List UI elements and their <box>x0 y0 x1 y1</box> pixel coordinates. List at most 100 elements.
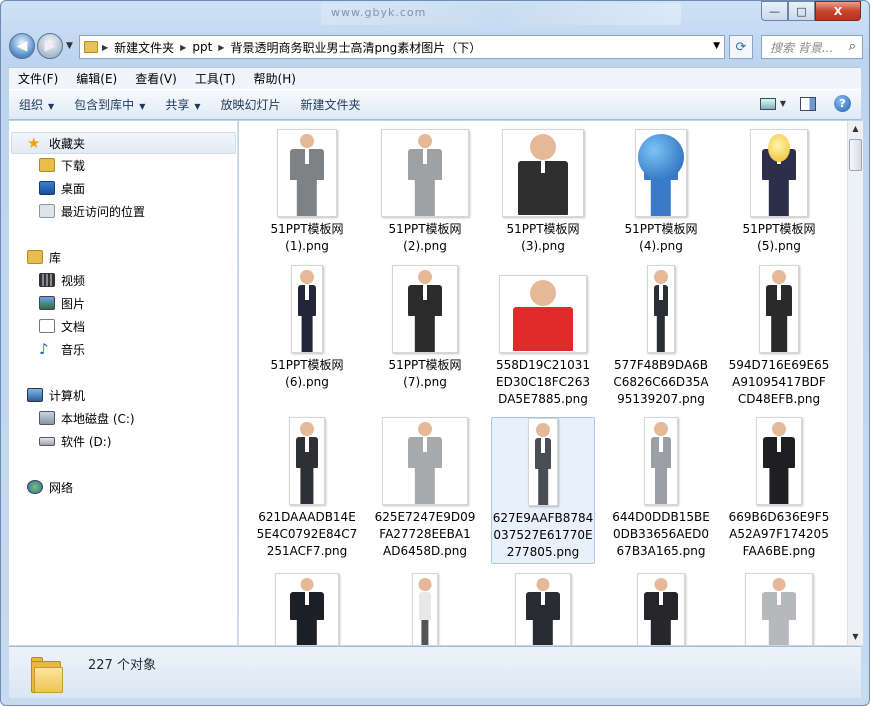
breadcrumb-current-folder[interactable]: 背景透明商务职业男士高清png素材图片（下） <box>230 39 481 56</box>
breadcrumb-separator-icon[interactable]: ▶ <box>102 43 108 52</box>
sidebar-item-desktop[interactable]: 桌面 <box>39 178 85 198</box>
file-item[interactable]: 51PPT模板网 (5).png <box>727 129 831 255</box>
maximize-button[interactable]: □ <box>788 1 815 21</box>
sidebar-item-favorites[interactable]: ★ 收藏夹 <box>27 133 85 153</box>
new-folder-button[interactable]: 新建文件夹 <box>291 96 371 113</box>
sidebar-item-software-disk[interactable]: 软件 (D:) <box>39 431 111 451</box>
search-input[interactable]: 搜索 背景... ⌕ <box>761 35 863 59</box>
file-thumbnail <box>275 573 339 645</box>
sidebar-item-computer[interactable]: 计算机 <box>27 385 85 405</box>
file-name-line: AD6458D.png <box>383 544 467 558</box>
file-item[interactable]: 51PPT模板网 (3).png <box>491 129 595 255</box>
breadcrumb-separator-icon[interactable]: ▶ <box>218 43 224 52</box>
file-item[interactable] <box>491 573 595 645</box>
breadcrumb-ppt[interactable]: ppt <box>192 40 212 54</box>
address-bar[interactable]: ▶ 新建文件夹 ▶ ppt ▶ 背景透明商务职业男士高清png素材图片（下） ▼ <box>79 35 725 59</box>
file-view: 51PPT模板网 (1).png 51PPT模板网 (2).png 51PPT模板网 (3… <box>239 121 847 645</box>
recent-pages-dropdown-icon[interactable]: ▼ <box>66 41 73 51</box>
change-view-icon[interactable] <box>759 97 776 110</box>
file-item[interactable]: 558D19C21031 ED30C18FC263 DA5E7885.png <box>491 265 595 408</box>
file-name-line: (7).png <box>403 375 447 389</box>
file-name-line: 51PPT模板网 <box>624 222 698 236</box>
refresh-button[interactable]: ⟳ <box>729 35 753 59</box>
help-icon[interactable]: ? <box>834 95 851 112</box>
sidebar-item-downloads[interactable]: 下载 <box>39 155 85 175</box>
file-name-line: 5E4C0792E84C7 <box>256 527 358 541</box>
person-figure <box>641 578 681 645</box>
file-item[interactable]: 621DAAADB14E 5E4C0792E84C7 251ACF7.png <box>255 417 359 560</box>
person-figure <box>648 422 674 504</box>
file-item[interactable]: 627E9AAFB8784 037527E61770E 277805.png <box>491 417 595 564</box>
forward-button[interactable]: ▶ <box>37 33 63 59</box>
chevron-down-icon[interactable]: ▼ <box>780 99 786 108</box>
search-icon[interactable]: ⌕ <box>849 39 856 54</box>
sidebar-label: 视频 <box>61 273 86 288</box>
file-item[interactable]: 594D716E69E65 A91095417BDF CD48EFB.png <box>727 265 831 408</box>
file-thumbnail <box>644 417 678 505</box>
file-name-line: 51PPT模板网 <box>270 222 344 236</box>
file-item[interactable]: 51PPT模板网 (7).png <box>373 265 477 391</box>
sidebar-item-videos[interactable]: 视频 <box>39 270 85 290</box>
caption-buttons: — □ X <box>761 1 861 21</box>
file-item[interactable]: 669B6D636E9F5 A52A97F174205 FAA6BE.png <box>727 417 831 560</box>
sidebar-item-pictures[interactable]: 图片 <box>39 293 85 313</box>
sidebar-item-local-disk[interactable]: 本地磁盘 (C:) <box>39 408 135 428</box>
file-name-line: C6826C66D35A <box>613 375 709 389</box>
file-name: 669B6D636E9F5 A52A97F174205 FAA6BE.png <box>727 509 831 560</box>
file-item[interactable]: 644D0DDB15BE 0DB33656AED0 67B3A165.png <box>609 417 713 560</box>
file-thumbnail <box>291 265 323 353</box>
file-item[interactable] <box>373 573 477 645</box>
file-item[interactable]: 51PPT模板网 (6).png <box>255 265 359 391</box>
menu-help[interactable]: 帮助(H) <box>245 70 305 87</box>
file-name-line: (5).png <box>757 239 801 253</box>
share-button[interactable]: 共享 ▼ <box>155 96 210 113</box>
file-item[interactable]: 51PPT模板网 (2).png <box>373 129 477 255</box>
back-button[interactable]: ◀ <box>9 33 35 59</box>
file-thumbnail <box>392 265 458 353</box>
file-thumbnail <box>647 265 675 353</box>
scroll-thumb[interactable] <box>849 139 862 171</box>
sidebar-item-music[interactable]: ♪ 音乐 <box>39 339 85 359</box>
file-name-line: (4).png <box>639 239 683 253</box>
menu-file[interactable]: 文件(F) <box>9 70 67 87</box>
organize-button[interactable]: 组织 ▼ <box>9 96 64 113</box>
scroll-up-icon[interactable]: ▲ <box>848 121 863 137</box>
breadcrumb-new-folder[interactable]: 新建文件夹 <box>114 39 174 56</box>
file-name: 51PPT模板网 (5).png <box>727 221 831 255</box>
menu-view[interactable]: 查看(V) <box>126 70 186 87</box>
view-controls: ▼ ? <box>759 95 851 112</box>
file-item[interactable]: 625E7247E9D09 FA27728EEBA1 AD6458D.png <box>373 417 477 560</box>
file-item[interactable] <box>609 573 713 645</box>
file-name-line: FA27728EEBA1 <box>379 527 471 541</box>
sidebar-item-libraries[interactable]: 库 <box>27 247 61 267</box>
file-name-line: 644D0DDB15BE <box>612 510 710 524</box>
sidebar-item-network[interactable]: 网络 <box>27 477 73 497</box>
file-name-line: DA5E7885.png <box>498 392 588 406</box>
file-name-line: A91095417BDF <box>732 375 826 389</box>
sidebar-item-recent[interactable]: 最近访问的位置 <box>39 201 145 221</box>
person-figure <box>759 134 799 216</box>
navigation-pane: ★ 收藏夹 下载 桌面 最近访问的位置 库 视频 图片 文档 ♪ 音乐 计算机 … <box>9 121 238 645</box>
file-item[interactable]: 51PPT模板网 (1).png <box>255 129 359 255</box>
preview-pane-icon[interactable] <box>800 96 816 111</box>
breadcrumb-separator-icon[interactable]: ▶ <box>180 43 186 52</box>
scroll-down-icon[interactable]: ▼ <box>848 629 863 645</box>
sidebar-item-documents[interactable]: 文档 <box>39 316 85 336</box>
file-item[interactable]: 51PPT模板网 (4).png <box>609 129 713 255</box>
menu-tools[interactable]: 工具(T) <box>186 70 245 87</box>
file-name: 558D19C21031 ED30C18FC263 DA5E7885.png <box>491 357 595 408</box>
vertical-scrollbar[interactable]: ▲ ▼ <box>847 121 863 645</box>
person-figure <box>518 134 568 216</box>
file-item[interactable] <box>255 573 359 645</box>
person-figure <box>513 280 573 352</box>
file-name: 51PPT模板网 (2).png <box>373 221 477 255</box>
close-button[interactable]: X <box>815 1 861 21</box>
address-dropdown-icon[interactable]: ▼ <box>713 41 720 51</box>
include-in-library-button[interactable]: 包含到库中 ▼ <box>64 96 155 113</box>
music-icon: ♪ <box>39 340 49 358</box>
menu-edit[interactable]: 编辑(E) <box>67 70 126 87</box>
file-item[interactable] <box>727 573 831 645</box>
file-item[interactable]: 577F48B9DA6B C6826C66D35A 95139207.png <box>609 265 713 408</box>
slideshow-button[interactable]: 放映幻灯片 <box>211 96 291 113</box>
minimize-button[interactable]: — <box>761 1 788 21</box>
